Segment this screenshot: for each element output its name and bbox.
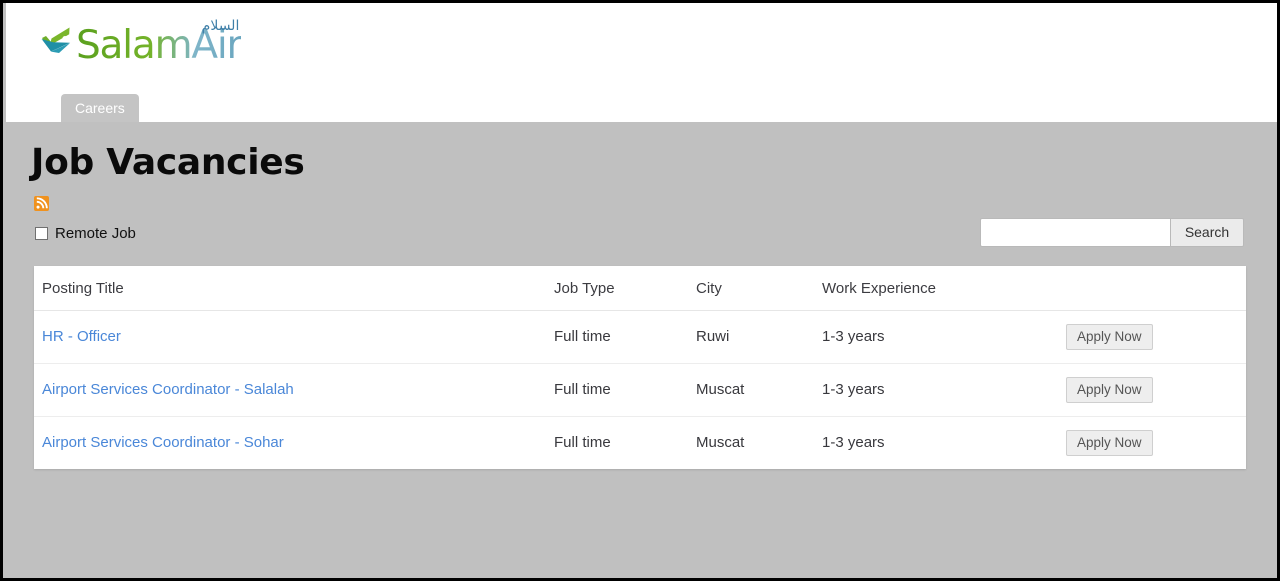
cell-job-type: Full time — [554, 310, 696, 364]
tab-careers-label: Careers — [75, 100, 125, 116]
cell-work-experience: 1-3 years — [822, 416, 1062, 469]
column-header-action — [1062, 265, 1246, 311]
salamair-logo[interactable]: SalamAir السلام — [39, 18, 243, 69]
rss-feed-icon[interactable] — [34, 195, 49, 211]
search-button[interactable]: Search — [1170, 217, 1244, 247]
table-row: Airport Services Coordinator - Sohar Ful… — [34, 416, 1246, 469]
cell-action: Apply Now — [1062, 363, 1246, 417]
job-vacancies-table-card: Posting Title Job Type City Work Experie… — [34, 265, 1246, 469]
cell-posting-title: Airport Services Coordinator - Sohar — [34, 416, 554, 469]
cell-action: Apply Now — [1062, 310, 1246, 364]
logo-arabic-text: السلام — [201, 18, 240, 34]
cell-posting-title: HR - Officer — [34, 310, 554, 364]
apply-now-button[interactable]: Apply Now — [1066, 376, 1153, 403]
cell-job-type: Full time — [554, 416, 696, 469]
search-input[interactable] — [980, 217, 1170, 247]
table-row: Airport Services Coordinator - Salalah F… — [34, 363, 1246, 417]
cell-action: Apply Now — [1062, 416, 1246, 469]
cell-posting-title: Airport Services Coordinator - Salalah — [34, 363, 554, 417]
table-body: HR - Officer Full time Ruwi 1-3 years Ap… — [34, 310, 1246, 469]
site-header: SalamAir السلام Careers — [6, 3, 1277, 122]
logo-wordmark-wrap: SalamAir السلام — [76, 18, 243, 69]
rss-row — [6, 182, 1277, 211]
cell-city: Muscat — [696, 363, 822, 417]
job-title-link[interactable]: HR - Officer — [42, 328, 121, 345]
cell-job-type: Full time — [554, 363, 696, 417]
table-row: HR - Officer Full time Ruwi 1-3 years Ap… — [34, 310, 1246, 364]
apply-now-button[interactable]: Apply Now — [1066, 429, 1153, 456]
column-header-work-experience: Work Experience — [822, 265, 1062, 311]
remote-job-filter[interactable]: Remote Job — [35, 226, 136, 241]
page-title: Job Vacancies — [31, 142, 305, 183]
remote-job-label: Remote Job — [55, 224, 136, 242]
job-vacancies-table: Posting Title Job Type City Work Experie… — [34, 265, 1246, 469]
remote-job-checkbox[interactable] — [35, 226, 48, 240]
column-header-job-type: Job Type — [554, 265, 696, 311]
job-title-link[interactable]: Airport Services Coordinator - Sohar — [42, 434, 284, 451]
column-header-posting-title: Posting Title — [34, 265, 554, 311]
tab-careers[interactable]: Careers — [61, 94, 139, 122]
cell-work-experience: 1-3 years — [822, 363, 1062, 417]
table-head: Posting Title Job Type City Work Experie… — [34, 265, 1246, 311]
main-content: Job Vacancies Remote Job Search Posting … — [6, 122, 1277, 575]
cell-work-experience: 1-3 years — [822, 310, 1062, 364]
salamair-swoosh-icon — [41, 27, 71, 53]
apply-now-button[interactable]: Apply Now — [1066, 323, 1153, 350]
job-title-link[interactable]: Airport Services Coordinator - Salalah — [42, 381, 294, 398]
column-header-city: City — [696, 265, 822, 311]
primary-tab-strip: Careers — [61, 94, 139, 122]
filter-row: Remote Job Search — [6, 217, 1277, 256]
cell-city: Muscat — [696, 416, 822, 469]
cell-city: Ruwi — [696, 310, 822, 364]
browser-page: SalamAir السلام Careers Job Vacancies Re… — [0, 0, 1280, 581]
table-header-row: Posting Title Job Type City Work Experie… — [34, 265, 1246, 311]
search-area: Search — [980, 217, 1244, 247]
